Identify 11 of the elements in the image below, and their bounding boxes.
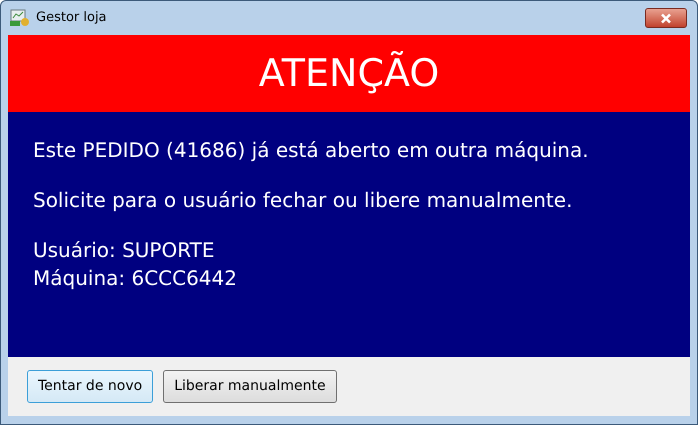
message-text: Este PEDIDO (41686) já está aberto em outra máquina. xyxy=(33,137,590,164)
dialog-button[interactable]: Tentar de novo xyxy=(27,370,154,403)
close-icon xyxy=(660,12,672,24)
app-icon xyxy=(10,9,30,27)
window-title: Gestor loja xyxy=(36,9,107,28)
dialog-button[interactable]: Liberar manualmente xyxy=(163,370,337,403)
message-text: Máquina: 6CCC6442 xyxy=(33,265,238,292)
message-text: Solicite para o usuário fechar ou libere manualmente. xyxy=(33,187,574,214)
banner-title: ATENÇÃO xyxy=(258,50,440,97)
message-text: Usuário: SUPORTE xyxy=(33,237,216,264)
close-button[interactable] xyxy=(645,8,687,28)
